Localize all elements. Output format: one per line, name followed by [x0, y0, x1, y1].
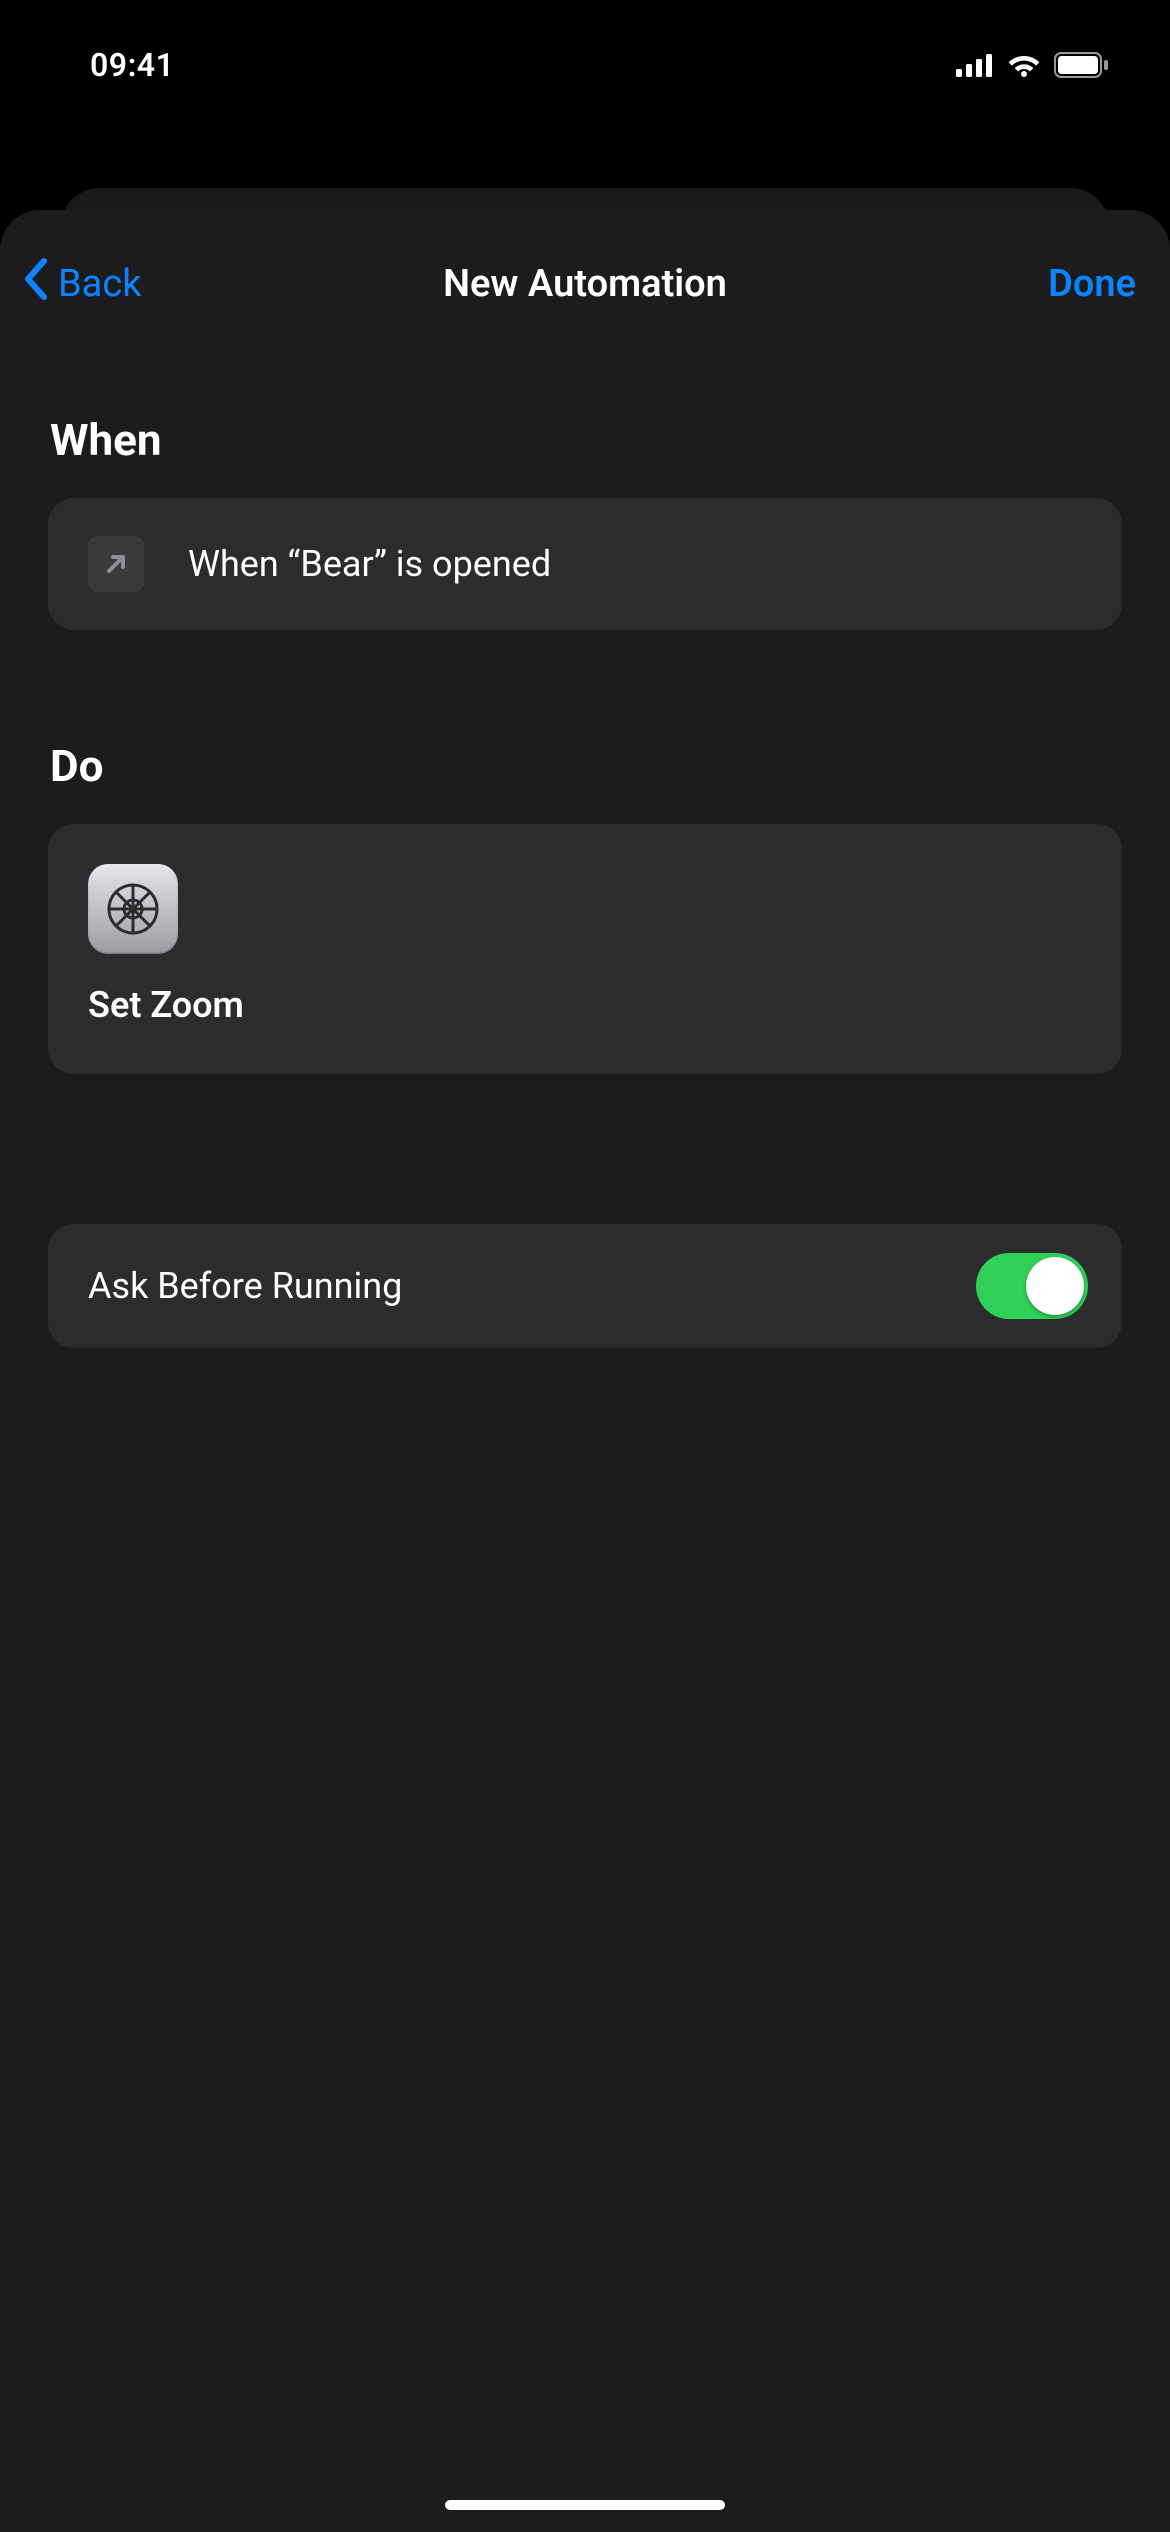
back-button[interactable]: Back: [22, 257, 142, 311]
gear-icon: [88, 864, 178, 954]
ask-before-running-label: Ask Before Running: [88, 1265, 402, 1307]
wifi-icon: [1006, 52, 1042, 78]
trigger-card[interactable]: When “Bear” is opened: [48, 498, 1122, 630]
action-label: Set Zoom: [88, 984, 1082, 1026]
ask-before-running-row: Ask Before Running: [48, 1224, 1122, 1348]
options-group: Ask Before Running: [0, 1224, 1170, 1348]
cellular-icon: [956, 53, 994, 77]
action-card[interactable]: Set Zoom: [48, 824, 1122, 1074]
chevron-left-icon: [22, 257, 50, 311]
trigger-label: When “Bear” is opened: [188, 543, 551, 585]
status-time: 09:41: [90, 46, 174, 84]
page-title: New Automation: [443, 262, 727, 306]
battery-icon: [1054, 52, 1110, 78]
status-indicators: [956, 52, 1110, 78]
section-header-do: Do: [0, 740, 1170, 792]
section-header-when: When: [0, 414, 1170, 466]
nav-bar: Back New Automation Done: [0, 234, 1170, 334]
done-button[interactable]: Done: [1048, 262, 1136, 306]
automation-sheet: Back New Automation Done When When “Bear…: [0, 210, 1170, 2532]
app-open-icon: [88, 536, 144, 592]
back-label: Back: [58, 262, 142, 306]
toggle-knob: [1026, 1257, 1084, 1315]
home-indicator[interactable]: [445, 2500, 725, 2510]
ask-before-running-toggle[interactable]: [976, 1253, 1088, 1319]
status-bar: 09:41: [0, 0, 1170, 90]
